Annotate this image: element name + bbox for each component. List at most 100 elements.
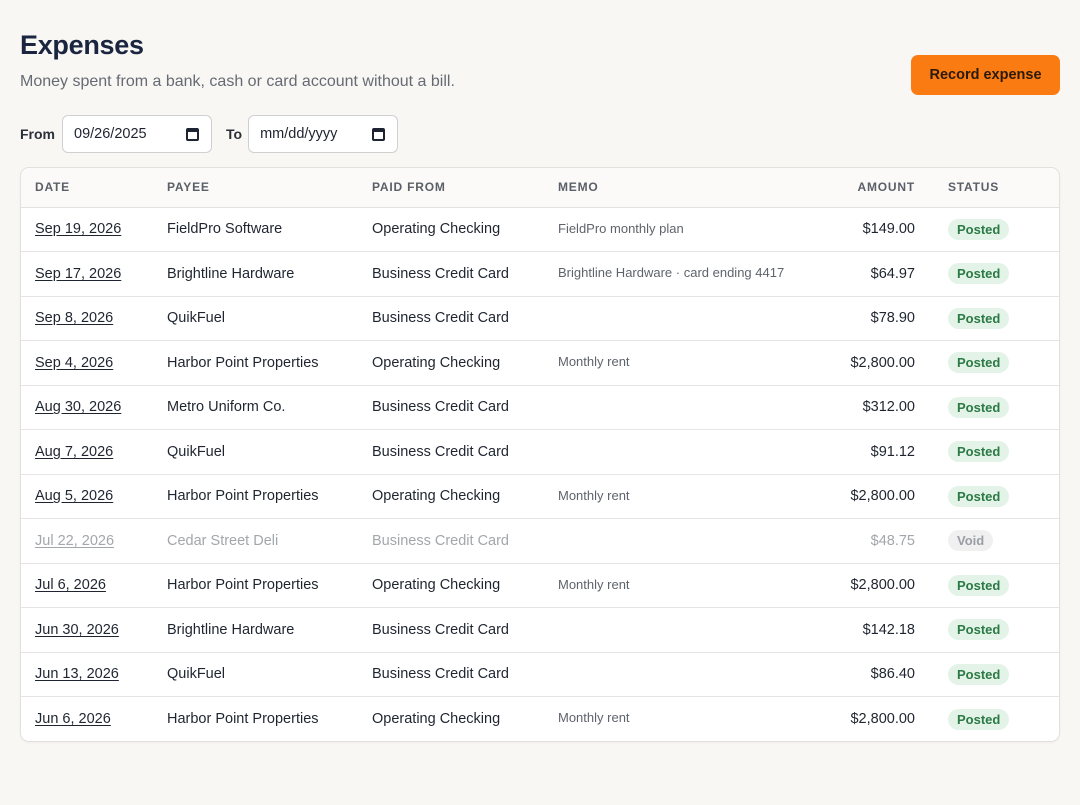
page-title: Expenses	[20, 30, 144, 60]
column-header-date[interactable]: DATE	[21, 168, 153, 208]
column-header-payee[interactable]: PAYEE	[153, 168, 358, 208]
expenses-table: DATE PAYEE PAID FROM MEMO AMOUNT STATUS …	[21, 168, 1059, 742]
expense-date-link[interactable]: Aug 30, 2026	[35, 399, 121, 415]
memo-cell: Monthly rent	[544, 340, 794, 386]
status-badge: Posted	[948, 396, 1010, 418]
status-badge: Posted	[948, 263, 1010, 285]
to-date-input[interactable]: mm/dd/yyyy	[248, 115, 399, 153]
paid-from-cell: Operating Checking	[358, 474, 544, 519]
memo-cell	[544, 296, 794, 341]
date-cell: Jun 30, 2026	[21, 607, 153, 653]
status-badge: Posted	[948, 574, 1010, 596]
expense-date-link[interactable]: Sep 17, 2026	[35, 266, 121, 282]
status-cell: Posted	[934, 563, 1059, 608]
expenses-table-card: DATE PAYEE PAID FROM MEMO AMOUNT STATUS …	[20, 167, 1060, 742]
date-cell: Sep 19, 2026	[21, 207, 153, 252]
table-row[interactable]: Sep 4, 2026 Harbor Point Properties Operat…	[21, 340, 1059, 386]
amount-cell: $2,800.00	[850, 711, 915, 727]
from-label: From	[20, 126, 55, 142]
table-row[interactable]: Jul 22, 2026 Cedar Street Deli Business Cr…	[21, 518, 1059, 564]
amount-cell: $78.90	[794, 296, 934, 341]
status-cell: Posted	[934, 697, 1059, 742]
memo-cell: Monthly rent	[558, 710, 630, 725]
table-header-row: DATE PAYEE PAID FROM MEMO AMOUNT STATUS	[21, 168, 1059, 208]
amount-cell: $91.12	[794, 429, 934, 475]
payee-cell: Brightline Hardware	[153, 251, 358, 297]
memo-cell	[544, 385, 794, 430]
paid-from-cell: Business Credit Card	[358, 652, 544, 697]
table-row[interactable]: Jun 6, 2026 Harbor Point Properties Operat…	[21, 697, 1059, 742]
table-row[interactable]: Sep 17, 2026 Brightline Hardware Business …	[21, 251, 1059, 297]
expense-date-link[interactable]: Jun 13, 2026	[35, 666, 119, 682]
payee-cell: FieldPro Software	[153, 207, 358, 252]
status-badge: Posted	[948, 619, 1010, 641]
table-row[interactable]: Jun 30, 2026 Brightline Hardware Business …	[21, 607, 1059, 653]
payee-cell: Cedar Street Deli	[153, 518, 358, 564]
record-expense-button[interactable]: Record expense	[911, 55, 1060, 95]
to-date-value: mm/dd/yyyy	[260, 126, 338, 142]
calendar-icon[interactable]	[372, 128, 386, 141]
table-row[interactable]: Jul 6, 2026 Harbor Point Properties Operat…	[21, 563, 1059, 608]
column-header-amount[interactable]: AMOUNT	[794, 168, 934, 208]
amount-cell: $2,800.00	[794, 340, 934, 386]
table-row[interactable]: Aug 7, 2026 QuikFuel Business Credit Card $…	[21, 429, 1059, 475]
to-label: To	[226, 126, 243, 142]
expense-date-link[interactable]: Aug 5, 2026	[35, 488, 113, 504]
amount-cell: $149.00	[794, 207, 934, 252]
from-date-input[interactable]: 09/26/2025	[62, 115, 212, 153]
expense-date-link[interactable]: Sep 19, 2026	[35, 221, 121, 237]
amount-cell: $86.40	[794, 652, 934, 697]
table-row[interactable]: Sep 19, 2026 FieldPro Software Operating C…	[21, 207, 1059, 252]
table-row[interactable]: Jun 13, 2026 QuikFuel Business Credit Card…	[21, 652, 1059, 697]
expense-date-link[interactable]: Jul 22, 2026	[35, 533, 114, 549]
status-cell: Posted	[934, 296, 1059, 341]
status-cell: Posted	[934, 340, 1059, 386]
paid-from-cell: Operating Checking	[358, 563, 544, 608]
status-badge: Posted	[948, 218, 1010, 240]
status-cell: Posted	[934, 474, 1059, 519]
amount-cell: $2,800.00	[794, 474, 934, 519]
table-row[interactable]: Aug 5, 2026 Harbor Point Properties Operat…	[21, 474, 1059, 519]
paid-from-cell: Business Credit Card	[358, 385, 544, 430]
status-badge: Posted	[948, 663, 1010, 685]
status-badge: Posted	[948, 441, 1010, 463]
status-cell: Posted	[934, 652, 1059, 697]
calendar-icon[interactable]	[186, 128, 199, 141]
amount-cell: $2,800.00	[794, 563, 934, 608]
payee-cell: Metro Uniform Co.	[153, 385, 358, 430]
expense-date-link[interactable]: Jul 6, 2026	[35, 577, 106, 593]
column-header-paid-from[interactable]: PAID FROM	[358, 168, 544, 208]
table-row[interactable]: Aug 30, 2026 Metro Uniform Co. Business Cr…	[21, 385, 1059, 430]
memo-cell	[544, 607, 794, 653]
page-header: Expenses Money spent from a bank, cash o…	[20, 0, 1060, 115]
date-cell: Jun 13, 2026	[21, 652, 153, 697]
paid-from-cell: Business Credit Card	[358, 296, 544, 341]
payee-cell: QuikFuel	[153, 429, 358, 475]
from-date-value: 09/26/2025	[74, 126, 147, 142]
paid-from-cell: Operating Checking	[358, 340, 544, 386]
memo-cell: Monthly rent	[544, 563, 794, 608]
column-header-memo[interactable]: MEMO	[544, 168, 794, 208]
expenses-page: Expenses Money spent from a bank, cash o…	[0, 0, 1080, 805]
paid-from-cell: Business Credit Card	[358, 607, 544, 653]
expense-date-link[interactable]: Jun 6, 2026	[35, 711, 111, 727]
date-cell: Jun 6, 2026	[21, 697, 153, 742]
paid-from-cell: Business Credit Card	[358, 429, 544, 475]
expense-date-link[interactable]: Sep 8, 2026	[35, 310, 113, 326]
payee-cell: QuikFuel	[153, 296, 358, 341]
payee-cell: Harbor Point Properties	[153, 340, 358, 386]
payee-cell: Harbor Point Properties	[167, 711, 319, 727]
status-badge: Posted	[948, 352, 1010, 374]
payee-cell: Harbor Point Properties	[153, 563, 358, 608]
paid-from-cell: Business Credit Card	[358, 251, 544, 297]
column-header-status[interactable]: STATUS	[934, 168, 1059, 208]
table-row[interactable]: Sep 8, 2026 QuikFuel Business Credit Card $…	[21, 296, 1059, 341]
expense-date-link[interactable]: Sep 4, 2026	[35, 355, 113, 371]
expense-date-link[interactable]: Jun 30, 2026	[35, 622, 119, 638]
expense-date-link[interactable]: Aug 7, 2026	[35, 444, 113, 460]
date-cell: Jul 22, 2026	[21, 518, 153, 564]
paid-from-cell: Operating Checking	[358, 207, 544, 252]
amount-cell: $142.18	[794, 607, 934, 653]
date-cell: Sep 4, 2026	[21, 340, 153, 386]
payee-cell: QuikFuel	[153, 652, 358, 697]
